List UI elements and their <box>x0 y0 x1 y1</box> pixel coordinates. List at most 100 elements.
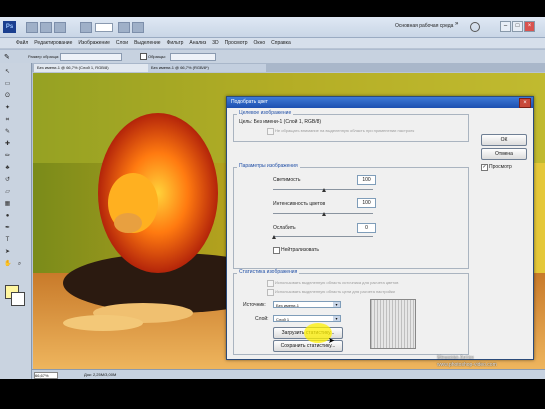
tab-document-1[interactable]: Без имени-1 @ 66,7% (Слой 1, RGB/8) <box>34 64 152 72</box>
intensity-label: Интенсивность цветов <box>273 201 326 207</box>
dodge-tool-icon[interactable]: ● <box>4 213 11 220</box>
options-bar: ✎ Размер образца: Образцы: <box>0 49 545 64</box>
use-source-selection-checkbox[interactable] <box>267 280 274 287</box>
source-select[interactable]: Без имени-1 ▾ <box>273 301 341 308</box>
use-source-selection-label: Использовать выделенную область источник… <box>275 280 399 285</box>
status-bar: 66,67% Док: 2,25М/3,00М <box>32 369 545 379</box>
background-color-swatch[interactable] <box>11 292 25 306</box>
menu-view[interactable]: Просмотр <box>225 40 248 46</box>
menu-edit[interactable]: Редактирование <box>34 40 72 46</box>
zoom-readout[interactable]: 66,67% <box>34 372 58 379</box>
search-icon[interactable] <box>470 22 480 32</box>
tab-document-2[interactable]: Без имени-1 @ 66,7% (RGB/8*) <box>148 64 266 72</box>
document-info: Док: 2,25М/3,00М <box>84 372 117 377</box>
eyedropper-icon[interactable]: ✎ <box>4 53 10 61</box>
target-legend: Целевое изображение <box>237 110 294 116</box>
layer-select[interactable]: Слой 1 ▾ <box>273 315 341 322</box>
mouse-pointer-icon: ➤ <box>328 336 335 345</box>
close-button[interactable]: × <box>524 21 535 32</box>
stats-legend: Статистика изображения <box>237 269 300 275</box>
menu-filter[interactable]: Фильтр <box>167 40 184 46</box>
options-legend: Параметры изображения <box>237 163 300 169</box>
menu-select[interactable]: Выделение <box>134 40 161 46</box>
use-target-selection-label: Использовать выделенную область цели для… <box>275 289 395 294</box>
pen-tool-icon[interactable]: ✒ <box>4 225 11 232</box>
fade-slider-thumb[interactable] <box>272 235 276 239</box>
zoom-tool-icon[interactable]: ⌕ <box>16 261 23 268</box>
menu-layers[interactable]: Слои <box>116 40 128 46</box>
luminance-input[interactable]: 100 <box>357 175 376 185</box>
bridge-icon[interactable] <box>26 22 38 33</box>
type-tool-icon[interactable]: T <box>4 237 11 244</box>
fade-input[interactable]: 0 <box>357 223 376 233</box>
layer-select-value: Слой 1 <box>276 317 290 322</box>
quick-select-tool-icon[interactable]: ✦ <box>4 105 11 112</box>
title-bar: Ps Основная рабочая среда » – □ × <box>0 17 545 38</box>
history-brush-tool-icon[interactable]: ↺ <box>4 177 11 184</box>
path-select-tool-icon[interactable]: ➤ <box>4 249 11 256</box>
neutralize-label: Нейтрализовать <box>281 247 319 253</box>
chevron-double-right-icon[interactable]: » <box>455 21 458 27</box>
preview-label: Просмотр <box>489 164 512 170</box>
menu-bar: Файл Редактирование Изображение Слои Выд… <box>0 38 545 48</box>
menu-window[interactable]: Окно <box>254 40 266 46</box>
menu-analysis[interactable]: Анализ <box>189 40 206 46</box>
sample-size-select[interactable] <box>60 53 122 61</box>
view-extras-icon[interactable] <box>54 22 66 33</box>
eraser-tool-icon[interactable]: ▱ <box>4 189 11 196</box>
menu-file[interactable]: Файл <box>16 40 28 46</box>
ignore-selection-checkbox[interactable] <box>267 128 274 135</box>
source-label: Источник: <box>243 302 266 308</box>
neutralize-checkbox[interactable] <box>273 247 280 254</box>
source-select-value: Без имени-1 <box>276 303 299 308</box>
samples-select[interactable] <box>170 53 216 61</box>
chevron-down-icon: ▾ <box>333 302 340 307</box>
ok-button[interactable]: ОК <box>481 134 527 146</box>
chevron-down-icon: ▾ <box>333 316 340 321</box>
brush-tool-icon[interactable]: ✏ <box>4 153 11 160</box>
watermark-site: www.photoshop-video.com <box>437 362 497 368</box>
photoshop-window: Ps Основная рабочая среда » – □ × Ps Фай… <box>0 17 545 379</box>
dialog-close-button[interactable]: × <box>519 98 531 108</box>
show-ring-checkbox[interactable] <box>140 53 147 60</box>
image-options-group <box>233 167 469 269</box>
gradient-tool-icon[interactable]: ▦ <box>4 201 11 208</box>
ignore-selection-label: Не обращать внимание на выделенную облас… <box>275 128 415 133</box>
menu-3d[interactable]: 3D <box>212 40 218 46</box>
document-tab-bar: Без имени-1 @ 66,7% (Слой 1, RGB/8) Без … <box>32 63 545 72</box>
hand-tool-icon[interactable]: ✋ <box>4 261 11 268</box>
statistics-preview-thumbnail <box>370 299 416 349</box>
sample-size-label: Размер образца: <box>28 54 60 59</box>
clone-stamp-tool-icon[interactable]: ♣ <box>4 165 11 172</box>
menu-help[interactable]: Справка <box>271 40 291 46</box>
mini-bridge-icon[interactable] <box>40 22 52 33</box>
menu-image[interactable]: Изображение <box>78 40 110 46</box>
lasso-tool-icon[interactable]: ʘ <box>4 93 11 100</box>
hand-tool-icon[interactable] <box>80 22 92 33</box>
luminance-slider-thumb[interactable] <box>322 188 326 192</box>
eyedropper-tool-icon[interactable]: ✎ <box>4 129 11 136</box>
minimize-button[interactable]: – <box>500 21 511 32</box>
intensity-slider-thumb[interactable] <box>322 212 326 216</box>
workspace-switcher[interactable]: Основная рабочая среда <box>395 23 453 29</box>
zoom-level-select[interactable] <box>95 23 113 32</box>
target-line: Цель: Без имени-1 (Слой 1, RGB/8) <box>239 119 322 125</box>
arrange-documents-icon[interactable] <box>118 22 130 33</box>
fade-slider-track[interactable] <box>273 236 373 237</box>
samples-label: Образцы: <box>148 54 166 59</box>
screen-mode-icon[interactable] <box>132 22 144 33</box>
marquee-tool-icon[interactable]: ▭ <box>4 81 11 88</box>
intensity-input[interactable]: 100 <box>357 198 376 208</box>
layer-label: Слой: <box>255 316 269 322</box>
crop-tool-icon[interactable]: ⌗ <box>4 117 11 124</box>
dialog-title: Подобрать цвет <box>227 97 533 108</box>
use-target-selection-checkbox[interactable] <box>267 289 274 296</box>
maximize-button[interactable]: □ <box>512 21 523 32</box>
watermark: Мешкова Антон www.photoshop-video.com <box>437 355 497 369</box>
luminance-label: Светимость <box>273 177 301 183</box>
preview-checkbox[interactable]: ✓ <box>481 164 488 171</box>
cancel-button[interactable]: Отмена <box>481 148 527 160</box>
match-color-dialog: Подобрать цвет × Целевое изображение Цел… <box>226 96 534 360</box>
healing-brush-tool-icon[interactable]: ✚ <box>4 141 11 148</box>
move-tool-icon[interactable]: ↖ <box>4 69 11 76</box>
